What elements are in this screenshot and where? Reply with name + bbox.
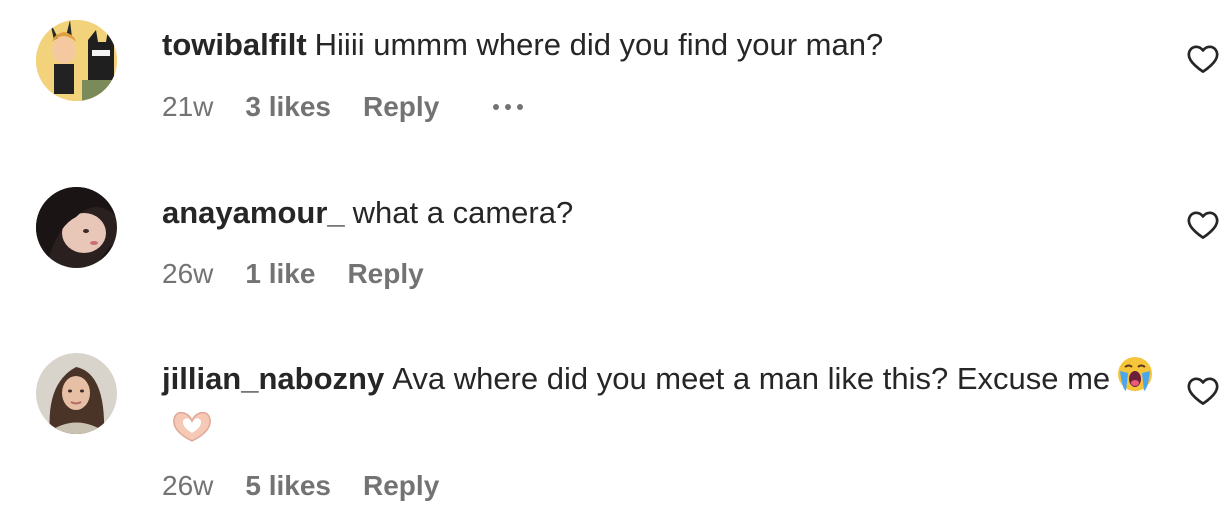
comment-username[interactable]: towibalfilt [162, 27, 307, 62]
comment-meta: 21w 3 likes Reply [162, 89, 524, 125]
comment-time[interactable]: 21w [162, 91, 213, 123]
reply-button[interactable]: Reply [347, 258, 423, 290]
profile-photo-icon [36, 187, 117, 268]
heart-outline-icon[interactable] [1186, 374, 1220, 408]
comment-body: Ava where did you meet a man like this? … [392, 361, 1111, 396]
comment-username[interactable]: jillian_nabozny [162, 361, 384, 396]
comment-body: what a camera? [352, 195, 574, 230]
comment-likes[interactable]: 1 like [245, 258, 315, 290]
comment-meta: 26w 1 like Reply [162, 256, 424, 292]
reply-button[interactable]: Reply [363, 470, 439, 502]
cartoon-avatar-icon [36, 20, 117, 101]
profile-photo-icon [36, 353, 117, 434]
comment-meta: 26w 5 likes Reply [162, 468, 439, 504]
comment-likes[interactable]: 5 likes [245, 470, 331, 502]
comment-username[interactable]: anayamour_ [162, 195, 345, 230]
crying-face-emoji [1116, 355, 1154, 406]
reply-button[interactable]: Reply [363, 91, 439, 123]
comment-body: Hiiii ummm where did you find your man? [314, 27, 884, 62]
avatar[interactable] [36, 187, 117, 268]
comment-time[interactable]: 26w [162, 258, 213, 290]
comment-text: towibalfilt Hiiii ummm where did you find… [162, 21, 1162, 68]
heart-hands-emoji [168, 407, 216, 458]
avatar[interactable] [36, 20, 117, 101]
heart-outline-icon[interactable] [1186, 208, 1220, 242]
comment-time[interactable]: 26w [162, 470, 213, 502]
comment-likes[interactable]: 3 likes [245, 91, 331, 123]
comment-text: anayamour_ what a camera? [162, 189, 1162, 236]
comment-text: jillian_nabozny Ava where did you meet a … [162, 355, 1162, 458]
heart-outline-icon[interactable] [1186, 42, 1220, 76]
avatar[interactable] [36, 353, 117, 434]
more-options-icon[interactable] [493, 104, 524, 110]
